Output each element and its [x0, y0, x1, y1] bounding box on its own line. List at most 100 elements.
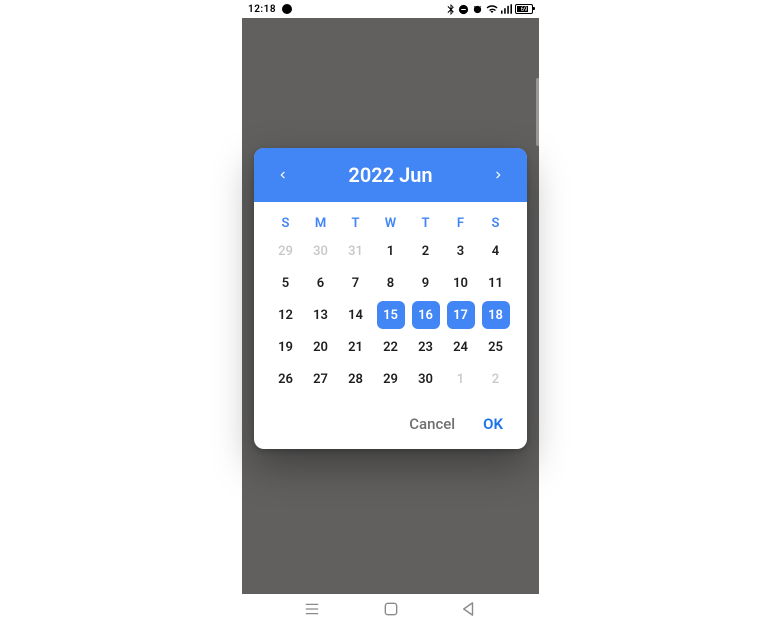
- day-number: 17: [453, 308, 468, 323]
- day-number: 30: [313, 244, 328, 259]
- day-number: 28: [348, 372, 363, 387]
- weekday-row: SMTWTFS: [268, 210, 513, 235]
- day-cell[interactable]: 22: [373, 331, 408, 363]
- stage: 12:18 6 9: [0, 0, 775, 624]
- next-month-button[interactable]: [485, 161, 513, 189]
- day-cell[interactable]: 11: [478, 267, 513, 299]
- day-cell[interactable]: 29: [373, 363, 408, 395]
- day-cell[interactable]: 28: [338, 363, 373, 395]
- day-cell[interactable]: 27: [303, 363, 338, 395]
- day-cell[interactable]: 7: [338, 267, 373, 299]
- day-number: 23: [418, 340, 433, 355]
- day-cell[interactable]: 21: [338, 331, 373, 363]
- day-cell[interactable]: 17: [443, 299, 478, 331]
- day-number: 14: [348, 308, 363, 323]
- day-number: 19: [278, 340, 293, 355]
- device-frame: 12:18 6 9: [242, 0, 539, 594]
- day-cell[interactable]: 20: [303, 331, 338, 363]
- day-cell[interactable]: 1: [373, 235, 408, 267]
- day-cell[interactable]: 2: [478, 363, 513, 395]
- day-number: 30: [418, 372, 433, 387]
- back-icon: [462, 602, 476, 616]
- week-row: 12 13 14 15 16 17 18: [268, 299, 513, 331]
- date-picker-header: 2022 Jun: [254, 148, 527, 202]
- week-row: 19 20 21 22 23 24 25: [268, 331, 513, 363]
- camera-hole: [282, 4, 292, 14]
- day-cell[interactable]: 12: [268, 299, 303, 331]
- day-number: 8: [387, 276, 394, 291]
- chevron-right-icon: [492, 168, 506, 182]
- day-number: 10: [453, 276, 468, 291]
- back-button[interactable]: [460, 600, 478, 618]
- day-cell[interactable]: 18: [478, 299, 513, 331]
- day-cell[interactable]: 24: [443, 331, 478, 363]
- dnd-icon: [458, 4, 469, 15]
- day-number: 15: [383, 308, 398, 323]
- ok-button[interactable]: OK: [483, 415, 503, 433]
- signal-icon: [501, 4, 512, 14]
- bluetooth-icon: [447, 4, 455, 15]
- home-button[interactable]: [382, 600, 400, 618]
- day-cell[interactable]: 19: [268, 331, 303, 363]
- day-cell[interactable]: 2: [408, 235, 443, 267]
- day-cell[interactable]: 14: [338, 299, 373, 331]
- day-number: 1: [387, 244, 394, 259]
- day-number: 5: [282, 276, 289, 291]
- day-number: 6: [317, 276, 324, 291]
- day-cell[interactable]: 1: [443, 363, 478, 395]
- home-icon: [384, 602, 398, 616]
- day-number: 22: [383, 340, 398, 355]
- day-number: 27: [313, 372, 328, 387]
- day-number: 1: [457, 372, 464, 387]
- day-cell[interactable]: 3: [443, 235, 478, 267]
- day-cell[interactable]: 15: [373, 299, 408, 331]
- day-number: 3: [457, 244, 464, 259]
- day-number: 18: [488, 308, 503, 323]
- day-number: 9: [422, 276, 429, 291]
- day-cell[interactable]: 16: [408, 299, 443, 331]
- day-cell[interactable]: 9: [408, 267, 443, 299]
- day-cell[interactable]: 4: [478, 235, 513, 267]
- day-cell[interactable]: 23: [408, 331, 443, 363]
- weekday-1: M: [303, 210, 338, 235]
- week-row: 29 30 31 1234: [268, 235, 513, 267]
- status-time: 12:18: [248, 4, 276, 15]
- weeks-container: 2930311234567891011121314151617181920212…: [268, 235, 513, 395]
- scrollbar-thumb[interactable]: [536, 78, 539, 146]
- week-row: 5 6 7 8 9 10 11: [268, 267, 513, 299]
- day-cell[interactable]: 13: [303, 299, 338, 331]
- day-number: 31: [348, 244, 363, 259]
- calendar-grid: SMTWTFS 29303112345678910111213141516171…: [254, 202, 527, 405]
- date-picker-dialog: 2022 Jun SMTWTFS 29303112345678910111213…: [254, 148, 527, 449]
- day-cell[interactable]: 6: [303, 267, 338, 299]
- weekday-2: T: [338, 210, 373, 235]
- day-number: 11: [488, 276, 503, 291]
- day-cell[interactable]: 30: [408, 363, 443, 395]
- dialog-actions: Cancel OK: [254, 405, 527, 449]
- recents-icon: [305, 603, 319, 615]
- day-cell[interactable]: 5: [268, 267, 303, 299]
- day-cell[interactable]: 29: [268, 235, 303, 267]
- day-cell[interactable]: 31: [338, 235, 373, 267]
- day-cell[interactable]: 10: [443, 267, 478, 299]
- day-cell[interactable]: 8: [373, 267, 408, 299]
- recents-button[interactable]: [303, 600, 321, 618]
- day-cell[interactable]: 25: [478, 331, 513, 363]
- cancel-button[interactable]: Cancel: [409, 415, 455, 433]
- prev-month-button[interactable]: [268, 161, 296, 189]
- day-number: 24: [453, 340, 468, 355]
- day-number: 29: [278, 244, 293, 259]
- weekday-4: T: [408, 210, 443, 235]
- day-number: 16: [418, 308, 433, 323]
- day-number: 7: [352, 276, 359, 291]
- day-number: 12: [278, 308, 293, 323]
- day-number: 21: [348, 340, 363, 355]
- status-bar: 12:18 69: [242, 0, 539, 18]
- day-cell[interactable]: 30: [303, 235, 338, 267]
- day-cell[interactable]: 26: [268, 363, 303, 395]
- alarm-icon: [472, 4, 483, 15]
- weekday-3: W: [373, 210, 408, 235]
- android-nav-bar: [242, 594, 539, 624]
- current-month-label: 2022 Jun: [348, 163, 432, 187]
- weekday-6: S: [478, 210, 513, 235]
